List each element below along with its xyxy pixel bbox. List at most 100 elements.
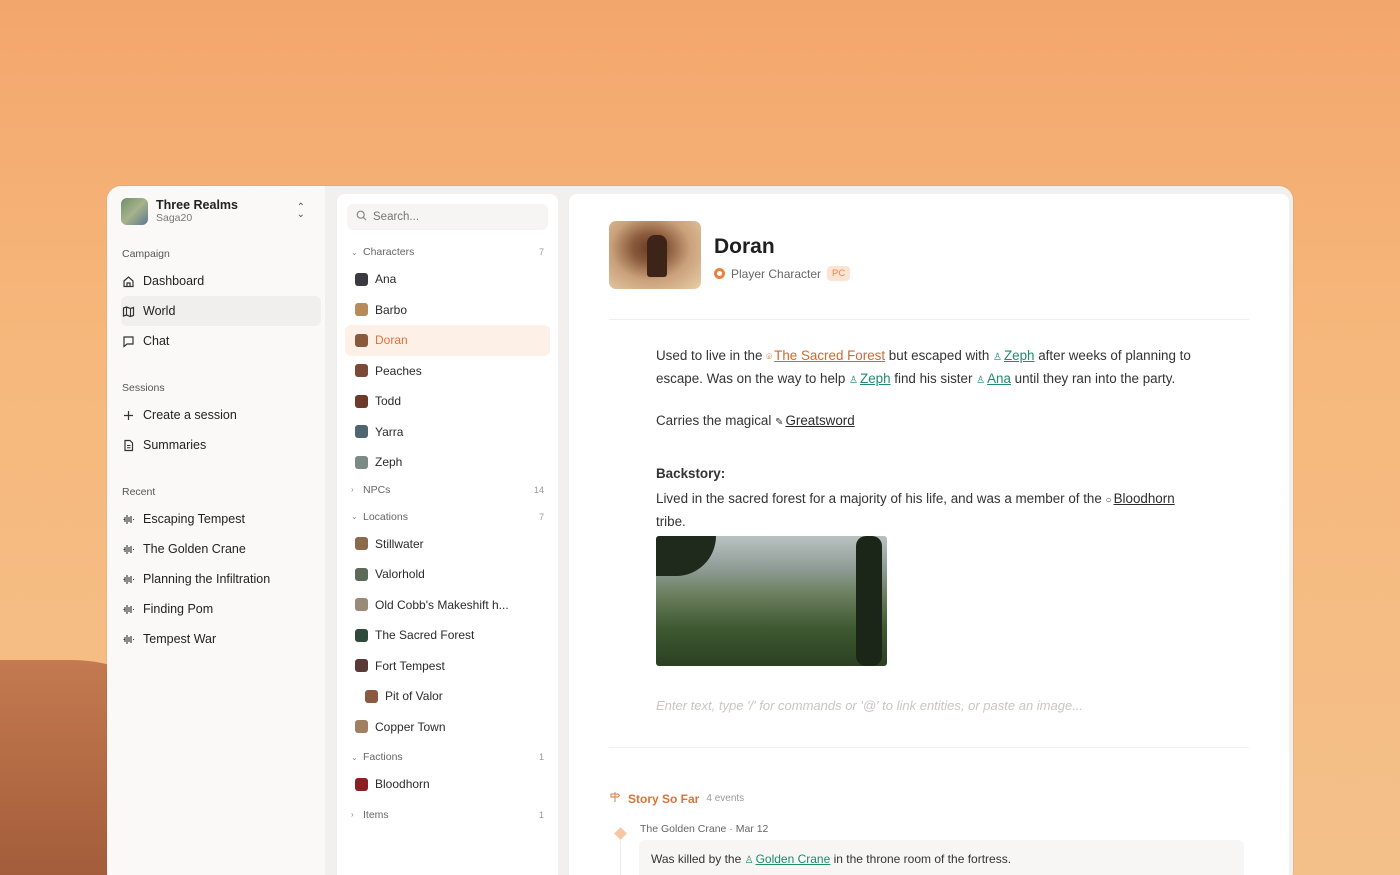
list-item-old-cobbs[interactable]: Old Cobb's Makeshift h...: [345, 590, 550, 621]
person-icon: ♙: [976, 374, 986, 386]
list-item-yarra[interactable]: Yarra: [345, 417, 550, 448]
list-item-todd[interactable]: Todd: [345, 386, 550, 417]
group-count: 14: [533, 484, 544, 495]
forest-landscape-image[interactable]: [656, 536, 887, 666]
recent-item[interactable]: The Golden Crane: [121, 534, 311, 564]
chevron-up-down-icon[interactable]: ⌃ ⌄: [297, 203, 305, 220]
group-label: Locations: [363, 510, 408, 523]
nav-dashboard[interactable]: Dashboard: [121, 266, 311, 296]
list-item-zeph[interactable]: Zeph: [345, 447, 550, 478]
list-item-label: Barbo: [375, 302, 408, 317]
list-item-label: Zeph: [375, 455, 403, 470]
nav-chat[interactable]: Chat: [121, 326, 311, 356]
entity-title[interactable]: Doran: [714, 235, 775, 259]
nav-summaries-label: Summaries: [143, 438, 207, 452]
list-item-label: Bloodhorn: [375, 777, 430, 792]
timeline-marker: [614, 827, 627, 840]
workspace-logo: [121, 197, 148, 225]
entity-description[interactable]: Used to live in the ⌾ The Sacred Forest b…: [656, 346, 1196, 666]
list-item-copper-town[interactable]: Copper Town: [345, 712, 550, 743]
search-input[interactable]: [373, 211, 533, 223]
list-item-doran[interactable]: Doran: [345, 325, 550, 356]
avatar: [355, 659, 368, 673]
recent-item[interactable]: Tempest War: [121, 624, 311, 654]
group-characters-header[interactable]: ⌄ Characters 7: [345, 240, 550, 264]
list-item-fort-tempest[interactable]: Fort Tempest: [345, 651, 550, 682]
recent-item-label: Finding Pom: [143, 602, 214, 616]
workspace-system: Saga20: [156, 211, 193, 224]
editor-placeholder[interactable]: Enter text, type '/' for commands or '@'…: [656, 698, 1083, 713]
list-item-label: Todd: [375, 394, 402, 409]
chevron-right-icon: ›: [351, 485, 354, 494]
group-count: 7: [538, 511, 544, 522]
avatar: [365, 689, 378, 703]
avatar: [355, 537, 368, 551]
group-count: 1: [538, 809, 544, 820]
list-item-label: Peaches: [375, 363, 422, 378]
avatar: [355, 567, 368, 581]
link-zeph[interactable]: Zeph: [860, 371, 891, 386]
list-item-label: Old Cobb's Makeshift h...: [375, 597, 509, 612]
faction-icon: ○: [1105, 495, 1112, 506]
group-npcs-header[interactable]: › NPCs 14: [345, 478, 550, 502]
link-greatsword[interactable]: Greatsword: [785, 413, 854, 428]
waveform-icon: [122, 513, 135, 526]
group-factions-header[interactable]: ⌄ Factions 1: [345, 745, 550, 769]
list-item-valorhold[interactable]: Valorhold: [345, 559, 550, 590]
list-item-peaches[interactable]: Peaches: [345, 356, 550, 387]
recent-item[interactable]: Planning the Infiltration: [121, 564, 311, 594]
link-golden-crane[interactable]: Golden Crane: [756, 852, 831, 866]
list-item-barbo[interactable]: Barbo: [345, 295, 550, 326]
group-label: Items: [363, 808, 389, 821]
waveform-icon: [122, 573, 135, 586]
nav-chat-label: Chat: [143, 334, 170, 348]
group-locations-header[interactable]: ⌄ Locations 7: [345, 505, 550, 529]
recent-item[interactable]: Escaping Tempest: [121, 504, 311, 534]
create-session-button[interactable]: Create a session: [121, 400, 311, 430]
list-item-label: The Sacred Forest: [375, 628, 475, 643]
campaign-section-title: Campaign: [122, 248, 170, 260]
avatar: [355, 364, 368, 378]
entity-detail: Doran Player Character PC Used to live i…: [569, 194, 1289, 875]
recent-item[interactable]: Finding Pom: [121, 594, 311, 624]
list-item-sacred-forest[interactable]: The Sacred Forest: [345, 620, 550, 651]
nav-world[interactable]: World: [121, 296, 321, 326]
document-icon: [122, 439, 135, 452]
plus-icon: [122, 409, 135, 422]
event-meta: The Golden Crane · Mar 12: [640, 823, 769, 835]
list-item-pit-of-valor[interactable]: Pit of Valor: [345, 681, 550, 712]
search-box[interactable]: [347, 204, 548, 230]
avatar: [355, 394, 368, 408]
link-bloodhorn[interactable]: Bloodhorn: [1114, 491, 1175, 506]
entity-portrait[interactable]: [609, 221, 701, 289]
group-label: Characters: [363, 246, 415, 258]
nav-world-label: World: [143, 304, 176, 318]
list-item-stillwater[interactable]: Stillwater: [345, 529, 550, 560]
timeline-line: [620, 841, 621, 875]
avatar: [355, 333, 368, 347]
group-items-header[interactable]: › Items 1: [345, 803, 550, 827]
nav-summaries[interactable]: Summaries: [121, 430, 311, 460]
story-so-far-header[interactable]: Story So Far 4 events: [609, 791, 744, 806]
link-zeph[interactable]: Zeph: [1004, 348, 1035, 363]
recent-item-label: The Golden Crane: [143, 542, 246, 556]
event-card[interactable]: Was killed by the ♙ Golden Crane in the t…: [639, 840, 1244, 875]
divider: [609, 319, 1249, 320]
link-ana[interactable]: Ana: [987, 371, 1011, 386]
waveform-icon: [122, 603, 135, 616]
link-sacred-forest[interactable]: The Sacred Forest: [774, 348, 885, 363]
text: find his sister: [890, 370, 977, 386]
workspace-switcher[interactable]: Three Realms Saga20 ⌃ ⌄: [121, 196, 311, 226]
player-character-icon: [714, 268, 725, 279]
text: but escaped with: [885, 348, 994, 363]
create-session-label: Create a session: [143, 408, 237, 422]
list-item-ana[interactable]: Ana: [345, 264, 550, 295]
sword-icon: ✎: [775, 417, 784, 428]
avatar: [355, 272, 368, 286]
list-item-label: Pit of Valor: [385, 689, 443, 704]
recent-item-label: Escaping Tempest: [143, 512, 245, 526]
list-item-bloodhorn[interactable]: Bloodhorn: [345, 769, 550, 800]
divider: [609, 747, 1249, 748]
paragraph: Used to live in the ⌾ The Sacred Forest b…: [656, 346, 1196, 391]
paragraph: Carries the magical ✎ Greatsword: [656, 411, 1196, 434]
